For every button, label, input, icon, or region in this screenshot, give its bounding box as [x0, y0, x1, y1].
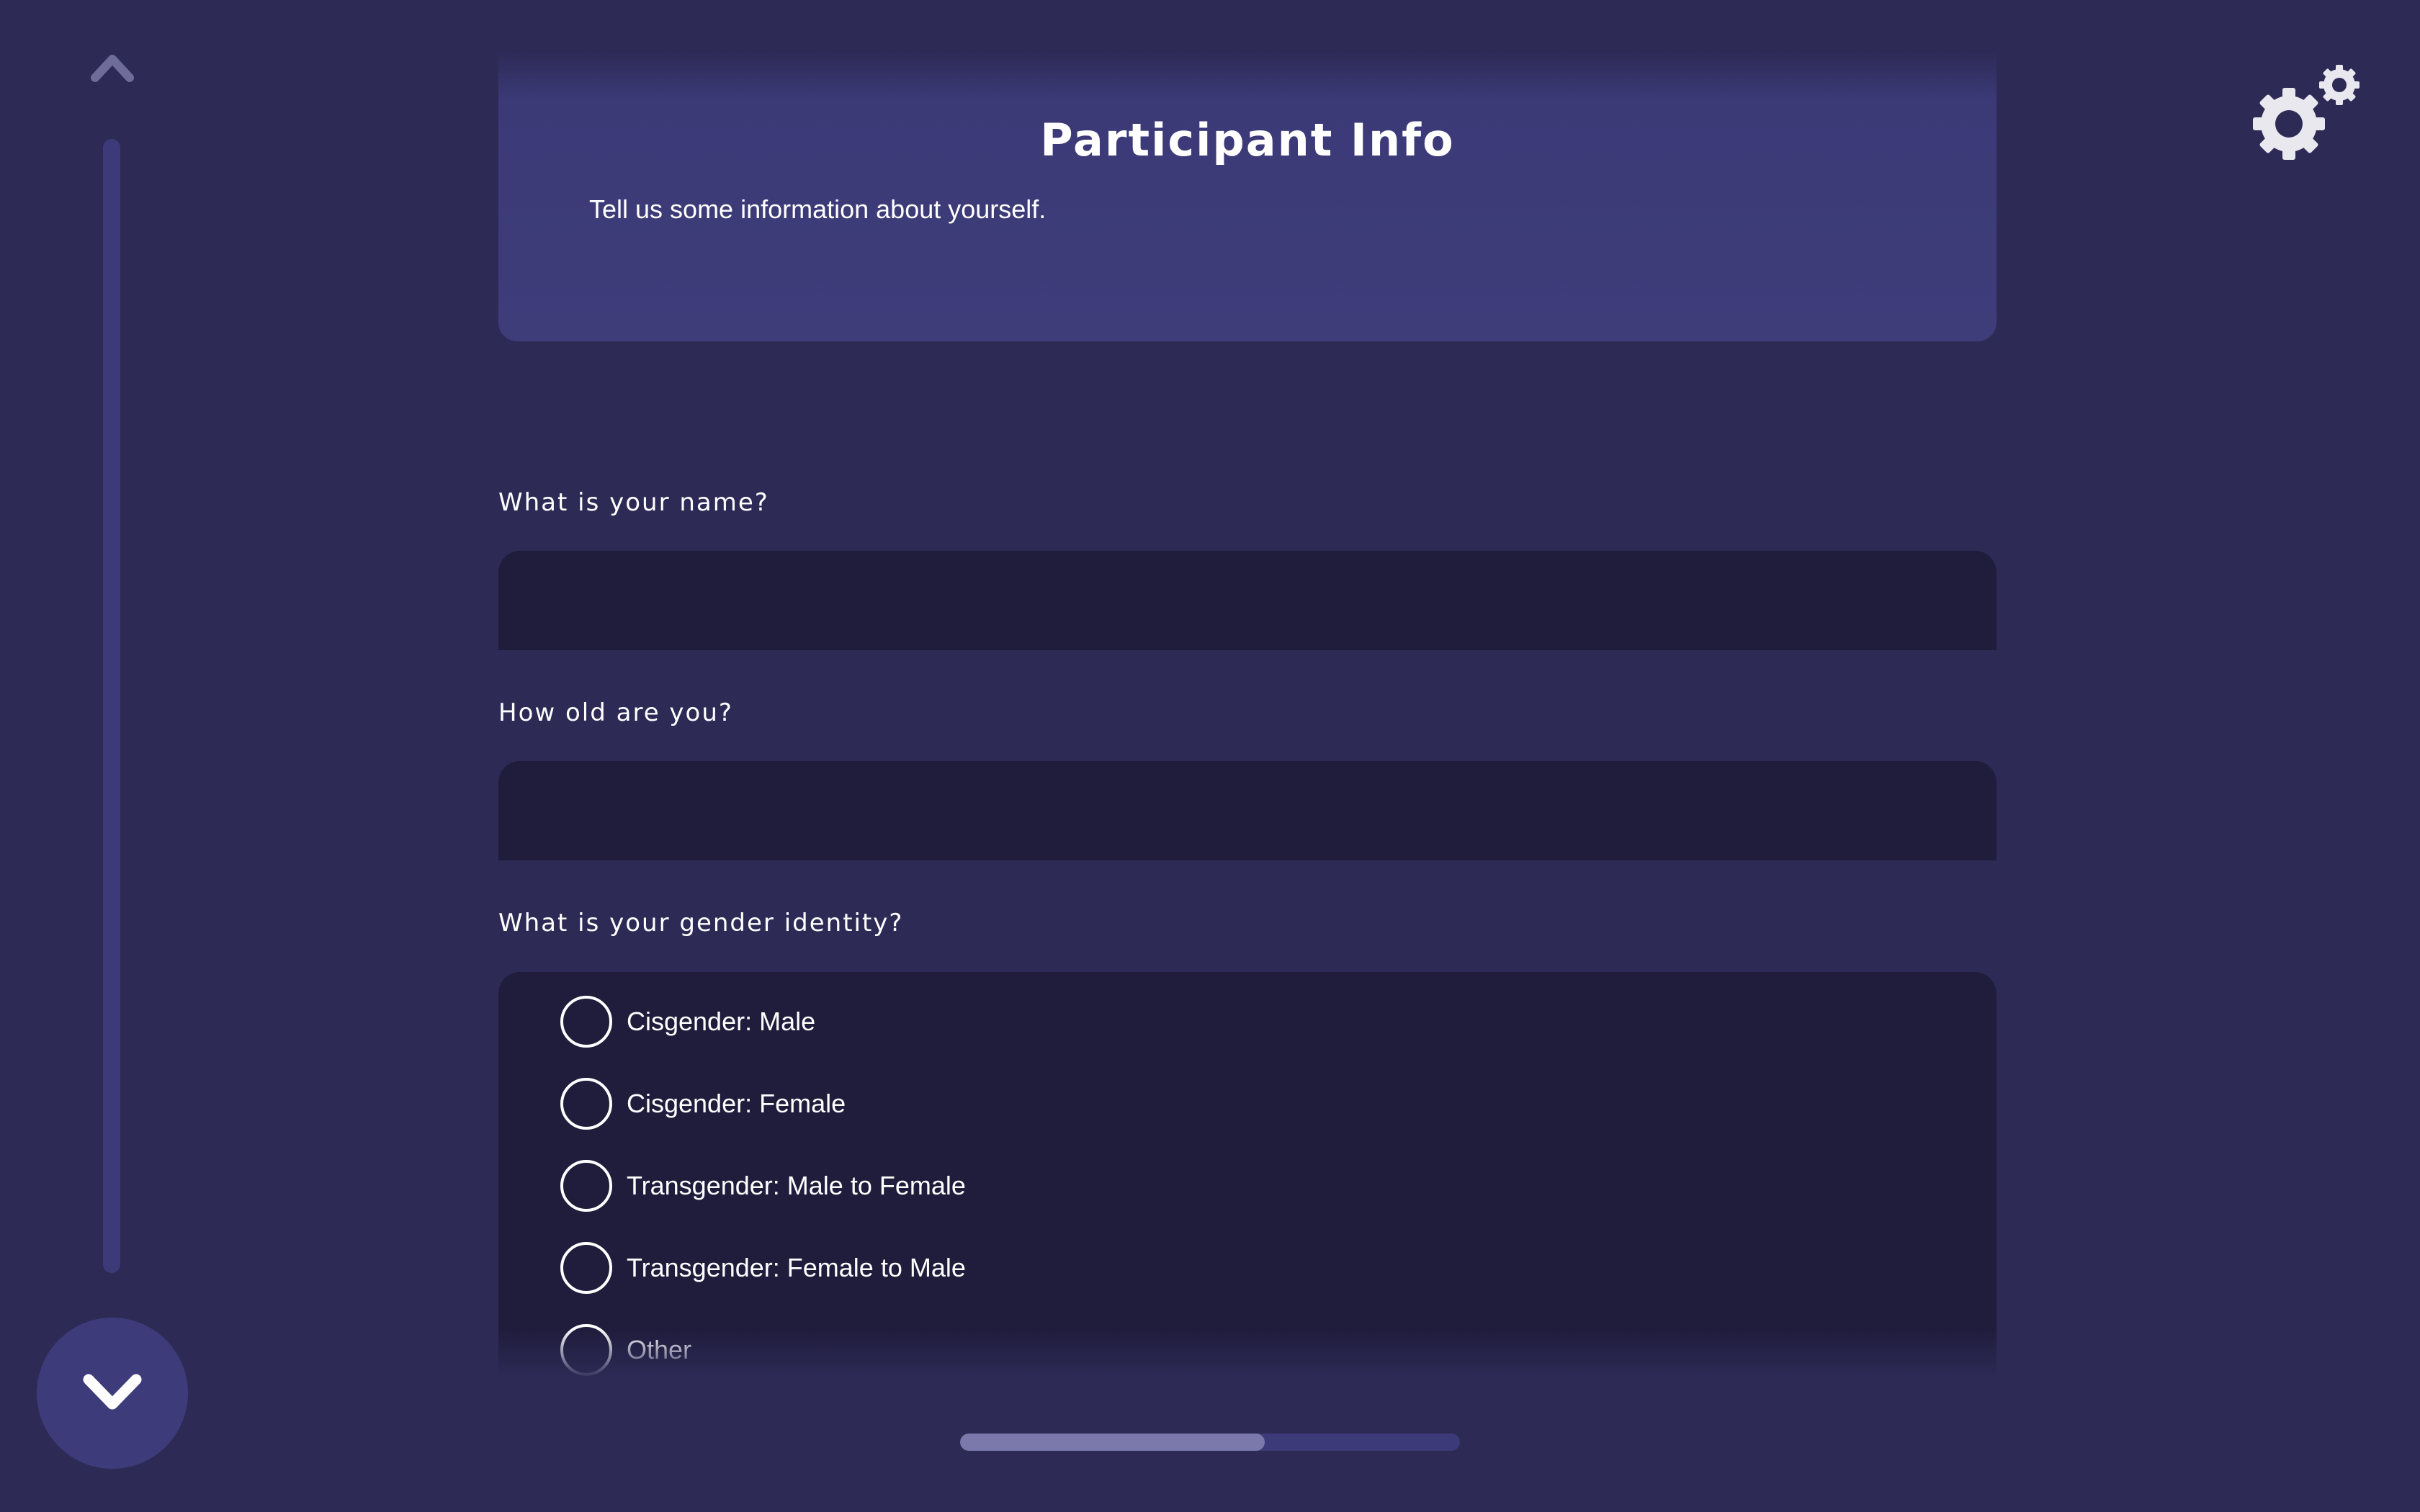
radio-button[interactable] — [560, 1160, 612, 1212]
page-subtitle: Tell us some information about yourself. — [589, 194, 1047, 224]
page-title: Participant Info — [1040, 114, 1455, 166]
gender-options-panel: Cisgender: Male Cisgender: Female Transg… — [498, 972, 1996, 1379]
scroll-fade-overlay — [498, 1328, 1996, 1379]
radio-option-other[interactable]: Other — [560, 1323, 691, 1377]
radio-option-label: Other — [627, 1335, 692, 1364]
header-card: Participant Info Tell us some informatio… — [498, 50, 1996, 341]
chevron-down-icon — [83, 1374, 142, 1410]
radio-option-label: Cisgender: Male — [627, 1007, 816, 1036]
progress-bar — [960, 1434, 1460, 1451]
radio-button[interactable] — [560, 1324, 612, 1376]
radio-option-label: Transgender: Female to Male — [627, 1253, 966, 1282]
age-input[interactable] — [498, 761, 1996, 860]
scroll-up-button[interactable] — [86, 48, 138, 85]
survey-screen: Participant Info Tell us some informatio… — [0, 0, 2420, 1512]
radio-option-transgender-ftm[interactable]: Transgender: Female to Male — [560, 1241, 966, 1295]
radio-button[interactable] — [560, 1242, 612, 1294]
progress-bar-fill — [960, 1434, 1265, 1451]
radio-option-label: Cisgender: Female — [627, 1089, 846, 1118]
settings-button[interactable] — [2247, 58, 2362, 166]
chevron-up-icon — [91, 55, 134, 82]
name-input[interactable] — [498, 551, 1996, 650]
gender-question-label: What is your gender identity? — [498, 909, 904, 937]
radio-option-cisgender-female[interactable]: Cisgender: Female — [560, 1076, 846, 1131]
vertical-scrollbar[interactable] — [103, 139, 120, 1273]
radio-option-label: Transgender: Male to Female — [627, 1171, 966, 1200]
scroll-down-button[interactable] — [37, 1318, 188, 1469]
radio-button[interactable] — [560, 996, 612, 1048]
name-question-label: What is your name? — [498, 488, 769, 517]
gears-icon — [2253, 65, 2360, 160]
radio-option-transgender-mtf[interactable]: Transgender: Male to Female — [560, 1158, 966, 1213]
radio-option-cisgender-male[interactable]: Cisgender: Male — [560, 994, 815, 1049]
age-question-label: How old are you? — [498, 698, 733, 727]
radio-button[interactable] — [560, 1078, 612, 1130]
